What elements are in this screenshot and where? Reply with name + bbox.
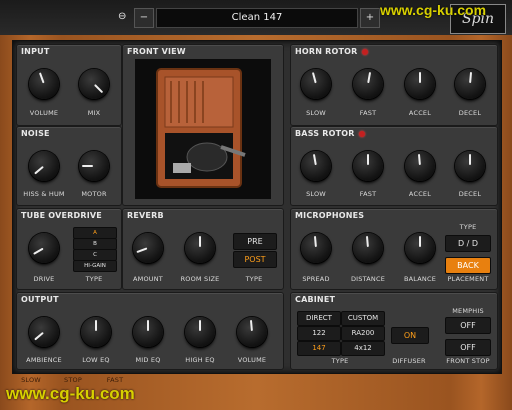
horn-decel-knob[interactable]	[455, 69, 485, 99]
bass-decel-label: DECEL	[458, 190, 482, 198]
power-icon[interactable]: ⊖	[118, 11, 126, 22]
reverb-type-label: TYPE	[245, 275, 263, 283]
spread-knob[interactable]	[301, 233, 331, 263]
noise-title: NOISE	[21, 129, 50, 138]
hiss-hum-knob[interactable]	[29, 151, 59, 181]
diffuser-button[interactable]: ON	[391, 327, 429, 344]
cabinet-direct-button[interactable]: DIRECT	[297, 311, 341, 326]
reverb-panel: REVERB AMOUNT ROOM SIZE PRE POST TYPE	[122, 208, 284, 290]
bass-rotor-panel: BASS ROTOR SLOW FAST ACCEL DECEL	[290, 126, 498, 206]
cabinet-panel: CABINET DIRECT CUSTOM 122 RA200 147 4x12…	[290, 292, 498, 370]
motor-label: MOTOR	[81, 190, 107, 198]
watermark-bottom: www.cg-ku.com	[6, 384, 135, 403]
horn-rotor-panel: HORN ROTOR SLOW FAST ACCEL DECEL	[290, 44, 498, 126]
mid-eq-label: MID EQ	[135, 356, 161, 364]
cabinet-122-button[interactable]: 122	[297, 326, 341, 341]
output-volume-knob[interactable]	[237, 317, 267, 347]
reverb-amount-knob[interactable]	[133, 233, 163, 263]
output-title: OUTPUT	[21, 295, 59, 304]
speed-stop-label: STOP	[64, 376, 82, 384]
input-panel: INPUT VOLUME MIX	[16, 44, 122, 126]
motor-knob[interactable]	[79, 151, 109, 181]
horn-rotor-title-text: HORN ROTOR	[295, 47, 358, 56]
input-title: INPUT	[21, 47, 50, 56]
horn-slow-knob[interactable]	[301, 69, 331, 99]
watermark-top: www.cg-ku.com	[380, 2, 487, 18]
ambience-knob[interactable]	[29, 317, 59, 347]
bass-rotor-led-icon	[358, 130, 365, 137]
mic-type-button[interactable]: D / D	[445, 235, 491, 252]
horn-fast-knob[interactable]	[353, 69, 383, 99]
reverb-amount-label: AMOUNT	[133, 275, 163, 283]
tube-overdrive-title: TUBE OVERDRIVE	[21, 211, 102, 220]
cabinet-type-label: TYPE	[331, 357, 349, 365]
volume-knob[interactable]	[29, 69, 59, 99]
output-panel: OUTPUT AMBIENCE LOW EQ MID EQ HIGH EQ VO…	[16, 292, 284, 370]
horn-slow-label: SLOW	[306, 109, 326, 117]
bass-fast-label: FAST	[359, 190, 377, 198]
cabinet-ra200-button[interactable]: RA200	[341, 326, 385, 341]
overdrive-type-hi-gain-button[interactable]: HI-GAIN	[73, 260, 117, 272]
balance-knob[interactable]	[405, 233, 435, 263]
distance-label: DISTANCE	[350, 275, 386, 283]
horn-rotor-title: HORN ROTOR	[295, 47, 368, 56]
bass-slow-knob[interactable]	[301, 151, 331, 181]
cabinet-custom-button[interactable]: CUSTOM	[341, 311, 385, 326]
ambience-label: AMBIENCE	[26, 356, 62, 364]
speed-slow-label: SLOW	[21, 376, 41, 384]
bass-decel-knob[interactable]	[455, 151, 485, 181]
mid-eq-knob[interactable]	[133, 317, 163, 347]
cabinet-title: CABINET	[295, 295, 336, 304]
front-view-panel: FRONT VIEW	[122, 44, 284, 206]
bass-accel-knob[interactable]	[405, 151, 435, 181]
high-eq-label: HIGH EQ	[185, 356, 215, 364]
front-stop-label: FRONT STOP	[446, 357, 490, 365]
next-preset-button[interactable]: +	[360, 8, 380, 28]
bass-slow-label: SLOW	[306, 190, 326, 198]
horn-fast-label: FAST	[359, 109, 377, 117]
drive-knob[interactable]	[29, 233, 59, 263]
cabinet-4x12-button[interactable]: 4x12	[341, 341, 385, 356]
horn-decel-label: DECEL	[458, 109, 482, 117]
memphis-label: MEMPHIS	[452, 307, 484, 315]
noise-panel: NOISE HISS & HUM MOTOR	[16, 126, 122, 206]
bass-rotor-title: BASS ROTOR	[295, 129, 365, 138]
horn-accel-knob[interactable]	[405, 69, 435, 99]
low-eq-label: LOW EQ	[82, 356, 110, 364]
distance-knob[interactable]	[353, 233, 383, 263]
tube-overdrive-panel: TUBE OVERDRIVE DRIVE A B C HI-GAIN TYPE	[16, 208, 122, 290]
mic-type-label: TYPE	[459, 223, 477, 231]
diffuser-label: DIFFUSER	[392, 357, 426, 365]
drive-label: DRIVE	[33, 275, 55, 283]
cabinet-147-button[interactable]: 147	[297, 341, 341, 356]
bass-fast-knob[interactable]	[353, 151, 383, 181]
high-eq-knob[interactable]	[185, 317, 215, 347]
cabinet-image	[135, 59, 271, 199]
microphones-title: MICROPHONES	[295, 211, 365, 220]
low-eq-knob[interactable]	[81, 317, 111, 347]
output-volume-label: VOLUME	[237, 356, 267, 364]
front-view-title: FRONT VIEW	[127, 47, 186, 56]
mix-knob[interactable]	[79, 69, 109, 99]
placement-label: PLACEMENT	[447, 275, 489, 283]
spread-label: SPREAD	[302, 275, 330, 283]
mix-label: MIX	[87, 109, 101, 117]
overdrive-type-label: TYPE	[85, 275, 103, 283]
microphones-panel: MICROPHONES SPREAD DISTANCE BALANCE TYPE…	[290, 208, 498, 290]
reverb-post-button[interactable]: POST	[233, 251, 277, 268]
room-size-knob[interactable]	[185, 233, 215, 263]
bass-rotor-title-text: BASS ROTOR	[295, 129, 355, 138]
reverb-pre-button[interactable]: PRE	[233, 233, 277, 250]
speed-fast-label: FAST	[106, 376, 124, 384]
previous-preset-button[interactable]: −	[134, 8, 154, 28]
memphis-button[interactable]: OFF	[445, 317, 491, 334]
mic-placement-button[interactable]: BACK	[445, 257, 491, 274]
front-stop-button[interactable]: OFF	[445, 339, 491, 356]
reverb-title: REVERB	[127, 211, 164, 220]
preset-name[interactable]: Clean 147	[156, 8, 358, 28]
room-size-label: ROOM SIZE	[180, 275, 220, 283]
horn-rotor-led-icon	[361, 48, 368, 55]
